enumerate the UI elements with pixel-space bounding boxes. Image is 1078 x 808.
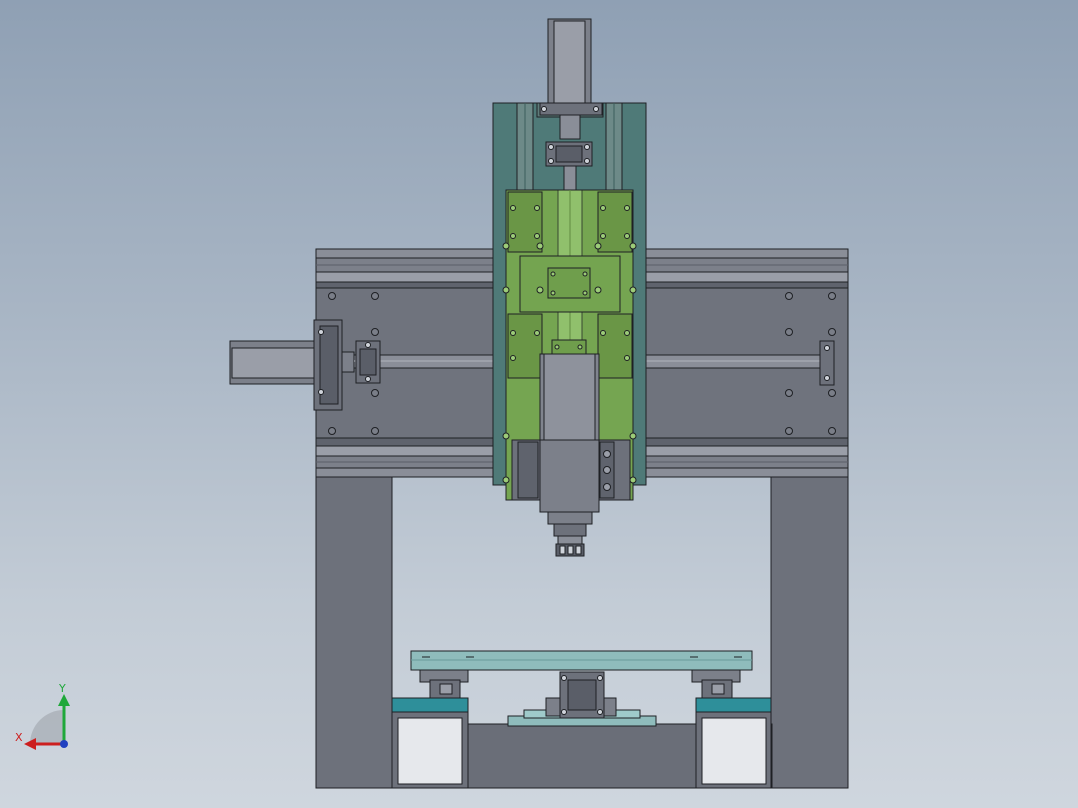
cnc-gantry-front-view <box>229 18 849 789</box>
cad-viewport[interactable]: Y X <box>0 0 1078 808</box>
right-leg <box>770 469 849 789</box>
triad-x-label: X <box>15 731 23 744</box>
left-leg <box>315 469 393 789</box>
work-table <box>410 650 753 671</box>
triad-y-label: Y <box>59 682 66 695</box>
x-axis-motor <box>229 319 355 411</box>
z-axis-dot <box>60 740 68 748</box>
coordinate-triad-icon[interactable]: Y X <box>10 682 80 756</box>
